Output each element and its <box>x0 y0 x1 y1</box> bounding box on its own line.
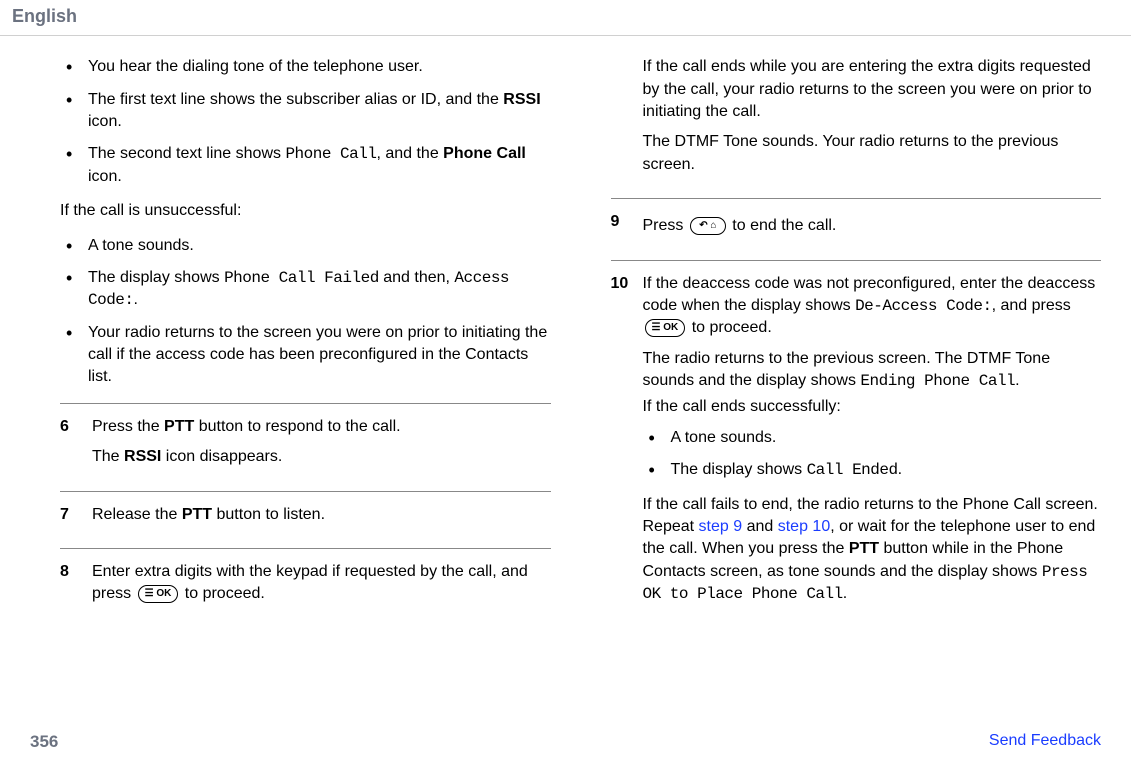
text-line: If the call ends while you are entering … <box>643 56 1102 123</box>
ok-button-icon: ☰ OK <box>645 319 686 337</box>
text-line: If the call fails to end, the radio retu… <box>643 494 1102 606</box>
text: . <box>898 461 902 478</box>
text: A tone sounds. <box>88 237 194 254</box>
list-item: The display shows Phone Call Failed and … <box>60 267 551 312</box>
text: You hear the dialing tone of the telepho… <box>88 58 423 75</box>
cross-ref-link[interactable]: step 9 <box>699 518 743 535</box>
text: . <box>134 291 138 308</box>
page-footer: 356 Send Feedback <box>0 730 1131 754</box>
success-end-bullet-list: A tone sounds. The display shows Call En… <box>643 427 1102 482</box>
text-bold: PTT <box>164 418 194 435</box>
home-button-icon: ↶ ⌂ <box>690 217 726 235</box>
text: icon. <box>88 168 122 185</box>
cross-ref-link[interactable]: step 10 <box>778 518 830 535</box>
step-number: 10 <box>611 273 629 295</box>
step-body: Release the PTT button to listen. <box>92 504 551 534</box>
text-bold: PTT <box>849 540 879 557</box>
step-number: 6 <box>60 416 78 438</box>
divider <box>611 198 1102 199</box>
text-line: Press the PTT button to respond to the c… <box>92 416 551 438</box>
step-10: 10 If the deaccess code was not preconfi… <box>611 273 1102 614</box>
text: The display shows <box>88 269 224 286</box>
text: icon disappears. <box>161 448 282 465</box>
page-language-header: English <box>0 0 1131 36</box>
content-columns: You hear the dialing tone of the telepho… <box>0 36 1131 622</box>
list-item: A tone sounds. <box>643 427 1102 449</box>
language-label: English <box>12 6 77 26</box>
text-bold: PTT <box>182 506 212 523</box>
text: A tone sounds. <box>671 429 777 446</box>
step-body: Enter extra digits with the keypad if re… <box>92 561 551 614</box>
text-mono: Phone Call Failed <box>224 269 379 287</box>
text: Release the <box>92 506 182 523</box>
text: The second text line shows <box>88 145 285 162</box>
right-column: If the call ends while you are entering … <box>601 56 1102 622</box>
text: The first text line shows the subscriber… <box>88 91 503 108</box>
text: , and the <box>376 145 443 162</box>
text-line: The radio returns to the previous screen… <box>643 348 1102 393</box>
step-8-continued: If the call ends while you are entering … <box>611 56 1102 184</box>
text-line: The RSSI icon disappears. <box>92 446 551 468</box>
unsuccessful-bullet-list: A tone sounds. The display shows Phone C… <box>60 235 551 389</box>
text: to proceed. <box>185 585 265 602</box>
divider <box>60 403 551 404</box>
step-number: 8 <box>60 561 78 583</box>
text-mono: Call Ended <box>807 461 898 479</box>
list-item: A tone sounds. <box>60 235 551 257</box>
step-body: Press the PTT button to respond to the c… <box>92 416 551 477</box>
text-bold: Phone Call <box>443 145 526 162</box>
text-mono: Phone Call <box>285 145 376 163</box>
text: Press <box>643 217 688 234</box>
step-9: 9 Press ↶ ⌂ to end the call. <box>611 211 1102 245</box>
text-bold: RSSI <box>503 91 540 108</box>
text-line: Release the PTT button to listen. <box>92 504 551 526</box>
list-item: The display shows Call Ended. <box>643 459 1102 481</box>
text-mono: De-Access Code: <box>855 297 992 315</box>
page-number: 356 <box>30 730 58 754</box>
step-number: 9 <box>611 211 629 233</box>
text: . <box>843 585 847 602</box>
text: . <box>1015 372 1019 389</box>
text: and <box>742 518 778 535</box>
text: to proceed. <box>692 319 772 336</box>
text-line: Press ↶ ⌂ to end the call. <box>643 215 1102 237</box>
text: button to listen. <box>212 506 325 523</box>
list-item: You hear the dialing tone of the telepho… <box>60 56 551 78</box>
text: , and press <box>992 297 1071 314</box>
step-body: Press ↶ ⌂ to end the call. <box>643 211 1102 245</box>
text: to end the call. <box>732 217 836 234</box>
left-column: You hear the dialing tone of the telepho… <box>30 56 551 622</box>
text-line: If the deaccess code was not preconfigur… <box>643 273 1102 340</box>
text: The display shows <box>671 461 807 478</box>
divider <box>60 491 551 492</box>
text: and then, <box>379 269 455 286</box>
text-line: Enter extra digits with the keypad if re… <box>92 561 551 606</box>
step-body: If the call ends while you are entering … <box>643 56 1102 184</box>
text-line: If the call ends successfully: <box>643 396 1102 418</box>
text-bold: RSSI <box>124 448 161 465</box>
step-number-spacer <box>611 56 629 78</box>
text: The <box>92 448 124 465</box>
step-8: 8 Enter extra digits with the keypad if … <box>60 561 551 614</box>
text: Your radio returns to the screen you wer… <box>88 324 547 386</box>
text-line: The DTMF Tone sounds. Your radio returns… <box>643 131 1102 176</box>
success-bullet-list: You hear the dialing tone of the telepho… <box>60 56 551 188</box>
text: button to respond to the call. <box>194 418 400 435</box>
list-item: The second text line shows Phone Call, a… <box>60 143 551 188</box>
text: Press the <box>92 418 164 435</box>
step-body: If the deaccess code was not preconfigur… <box>643 273 1102 614</box>
step-6: 6 Press the PTT button to respond to the… <box>60 416 551 477</box>
text-mono: Ending Phone Call <box>860 372 1015 390</box>
unsuccessful-intro: If the call is unsuccessful: <box>60 200 551 222</box>
divider <box>611 260 1102 261</box>
text: icon. <box>88 113 122 130</box>
send-feedback-link[interactable]: Send Feedback <box>989 730 1101 754</box>
list-item: The first text line shows the subscriber… <box>60 89 551 134</box>
ok-button-icon: ☰ OK <box>138 585 179 603</box>
step-7: 7 Release the PTT button to listen. <box>60 504 551 534</box>
list-item: Your radio returns to the screen you wer… <box>60 322 551 389</box>
step-number: 7 <box>60 504 78 526</box>
divider <box>60 548 551 549</box>
